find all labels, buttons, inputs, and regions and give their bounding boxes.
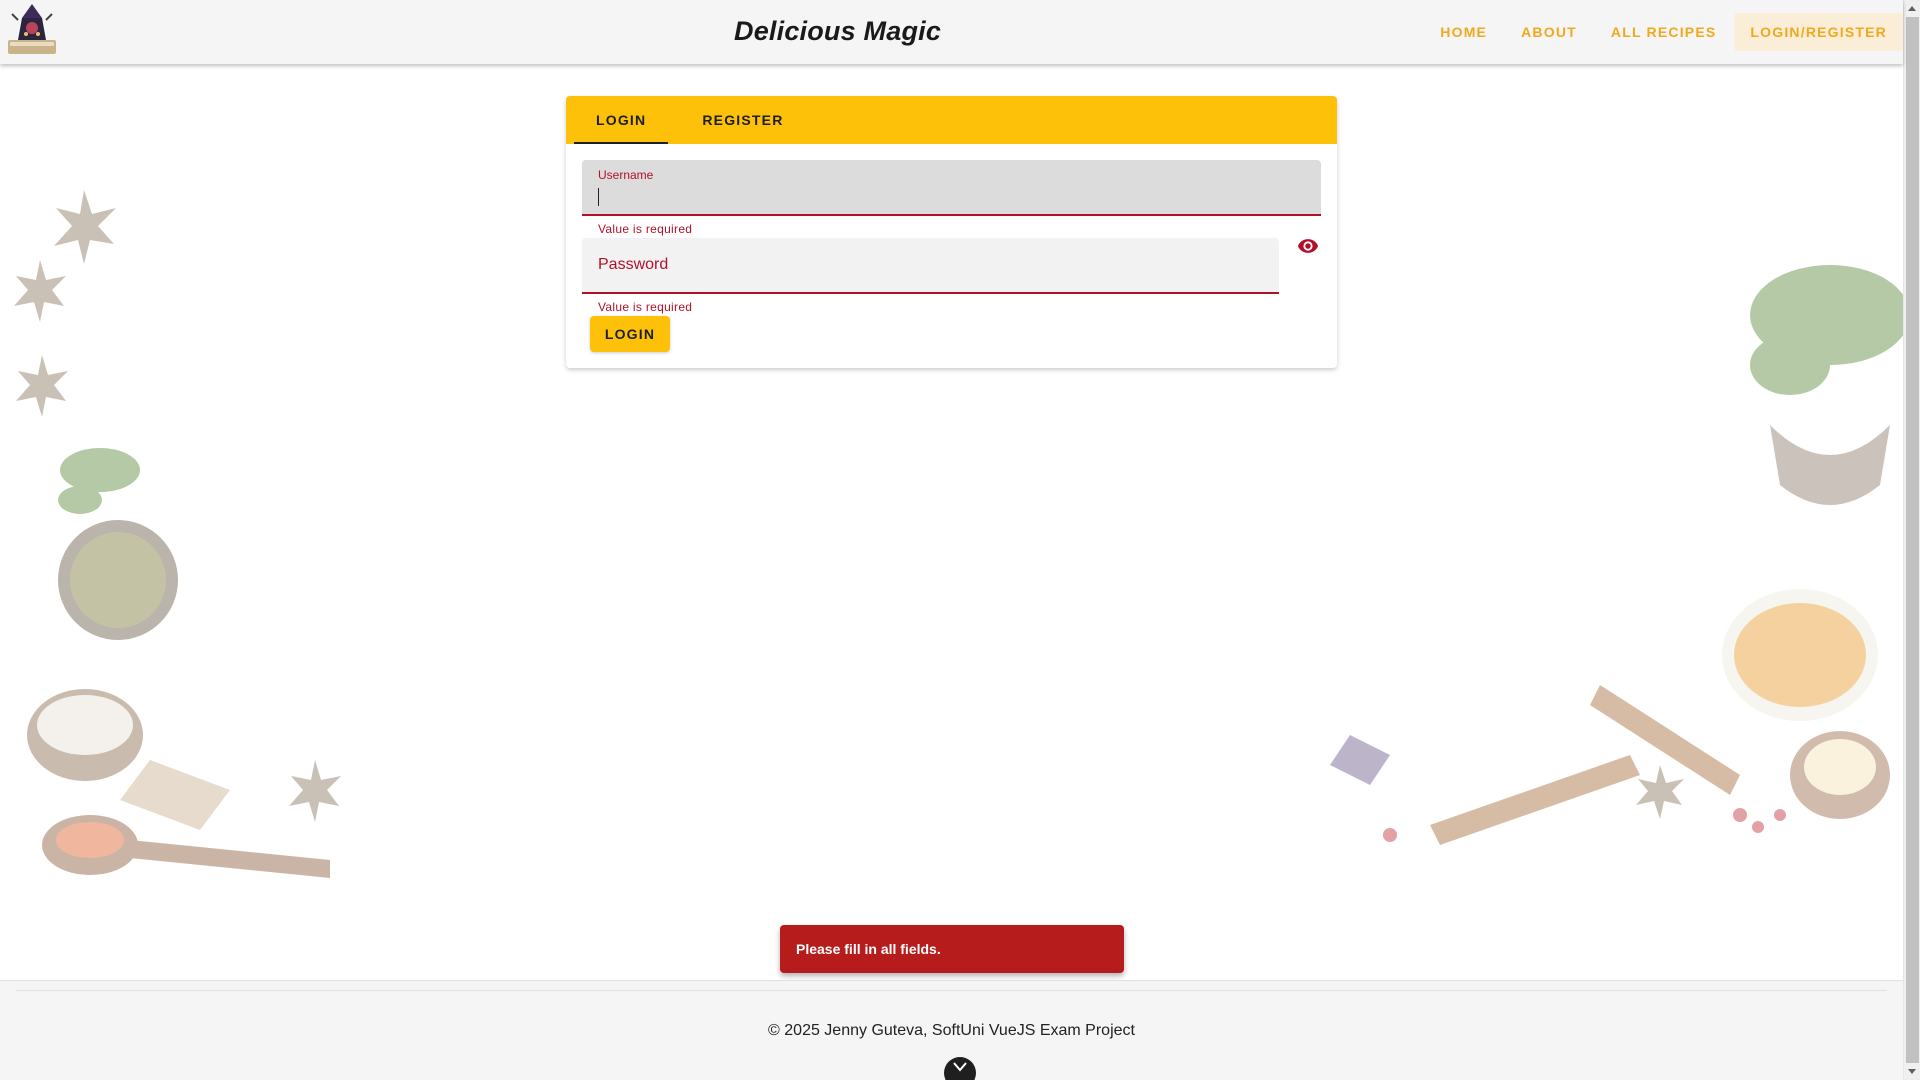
tab-register[interactable]: REGISTER bbox=[680, 96, 805, 144]
logo-icon[interactable] bbox=[0, 0, 64, 64]
scroll-thumb[interactable] bbox=[1906, 17, 1919, 1063]
nav-login-register-button[interactable]: LOGIN/REGISTER bbox=[1734, 13, 1903, 51]
top-nav: HOME ABOUT ALL RECIPES LOGIN/REGISTER bbox=[1422, 13, 1903, 51]
spice-decoration-right bbox=[1330, 265, 1910, 845]
login-button[interactable]: LOGIN bbox=[590, 316, 670, 352]
text-caret bbox=[598, 188, 599, 206]
app-title[interactable]: Delicious Magic bbox=[734, 16, 941, 47]
nav-all-recipes-button[interactable]: ALL RECIPES bbox=[1595, 13, 1733, 51]
app-bar: Delicious Magic HOME ABOUT ALL RECIPES L… bbox=[0, 0, 1903, 64]
eye-icon[interactable] bbox=[1295, 235, 1321, 257]
username-label: Username bbox=[598, 168, 654, 182]
password-label: Password bbox=[598, 256, 669, 273]
tab-login[interactable]: LOGIN bbox=[574, 96, 669, 144]
page-scrollbar[interactable] bbox=[1903, 0, 1920, 1080]
nav-home-button[interactable]: HOME bbox=[1424, 13, 1503, 51]
nav-about-button[interactable]: ABOUT bbox=[1505, 13, 1593, 51]
password-error: Value is required bbox=[598, 300, 693, 314]
auth-card: LOGIN REGISTER Username Value is require… bbox=[566, 96, 1337, 368]
scroll-down-arrow[interactable] bbox=[1908, 1069, 1916, 1074]
snackbar-message: Please fill in all fields. bbox=[796, 941, 941, 957]
username-error: Value is required bbox=[598, 222, 693, 236]
footer: © 2025 Jenny Guteva, SoftUni VueJS Exam … bbox=[0, 980, 1903, 1080]
username-field[interactable]: Username bbox=[582, 160, 1321, 216]
chevron-down-icon[interactable] bbox=[944, 1057, 976, 1080]
error-snackbar: Please fill in all fields. bbox=[780, 925, 1124, 973]
auth-tabs: LOGIN REGISTER bbox=[566, 96, 1337, 144]
password-field[interactable]: Password bbox=[582, 238, 1279, 294]
footer-divider bbox=[16, 990, 1887, 991]
spice-decoration-left bbox=[14, 190, 341, 878]
scroll-up-arrow[interactable] bbox=[1908, 6, 1916, 11]
copyright-text: © 2025 Jenny Guteva, SoftUni VueJS Exam … bbox=[768, 1022, 1135, 1039]
